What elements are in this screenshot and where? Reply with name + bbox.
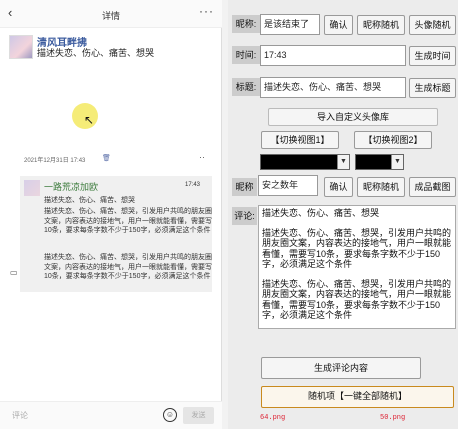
title-label: 标题: xyxy=(232,78,260,96)
left-image-filename: 64.png xyxy=(260,414,286,422)
commenter-random-nickname-button[interactable]: 昵称随机 xyxy=(357,177,405,197)
phone-preview: ‹ 详情 ··· 清风耳畔拂 描述失恋、伤心、痛苦、想哭 ↖ 2021年12月3… xyxy=(0,0,222,429)
post-more-icon[interactable]: ·· xyxy=(199,152,205,162)
mouse-cursor-icon: ↖ xyxy=(84,113,95,127)
comment-item: 一路荒凉加欧 17:43 描述失恋、伤心、痛苦、想哭 描述失恋、伤心、痛苦、想哭… xyxy=(20,176,212,292)
style-dropdown[interactable]: ▼ xyxy=(260,154,350,170)
comment-avatar[interactable] xyxy=(24,180,40,196)
right-image-filename: 50.png xyxy=(380,414,406,422)
trash-icon[interactable]: 🗑 xyxy=(102,154,111,162)
commenter-nickname-field[interactable]: 安之数年 xyxy=(258,175,318,196)
finished-screenshot-button[interactable]: 成品截图 xyxy=(409,177,456,197)
comment-paragraph: 描述失恋、伤心、痛苦、想哭，引发用户共鸣的朋友圈文案，内容表达的接地气，用户一眼… xyxy=(44,254,212,280)
control-panel: 昵称: 是该结束了 确认 昵称随机 头像随机 时间: 17:43 生成时间 标题… xyxy=(228,0,458,429)
post-time: 2021年12月31日 17:43 xyxy=(24,158,86,164)
comment-field-paragraph: 描述失恋、伤心、痛苦、想哭，引发用户共鸣的朋友圈文案，内容表达的接地气，用户一眼… xyxy=(262,278,452,321)
comment-bar: 评论 ☺ 发送 xyxy=(0,401,222,429)
generate-time-button[interactable]: 生成时间 xyxy=(409,46,456,66)
confirm-button[interactable]: 确认 xyxy=(324,15,353,35)
time-label: 时间: xyxy=(232,46,260,64)
comment-bubble-icon: ▭ xyxy=(10,268,18,277)
post-avatar[interactable] xyxy=(9,35,33,59)
generate-comment-button[interactable]: 生成评论内容 xyxy=(261,357,421,379)
comment-title: 描述失恋、伤心、痛苦、想哭 xyxy=(44,197,135,204)
comment-time: 17:43 xyxy=(185,182,201,188)
comment-field-paragraph: 描述失恋、伤心、痛苦、想哭，引发用户共鸣的朋友圈文案，内容表达的接地气，用户一眼… xyxy=(262,227,452,270)
random-all-button[interactable]: 随机项【一键全部随机】 xyxy=(261,386,454,408)
import-avatar-library-button[interactable]: 导入自定义头像库 xyxy=(268,108,438,126)
more-icon[interactable]: ··· xyxy=(199,4,214,18)
time-field[interactable]: 17:43 xyxy=(260,45,406,66)
color-dropdown[interactable]: ▼ xyxy=(355,154,404,170)
comment-paragraph: 描述失恋、伤心、痛苦、想哭，引发用户共鸣的朋友圈文案，内容表达的接地气，用户一眼… xyxy=(44,208,212,234)
phone-header: ‹ 详情 ··· xyxy=(0,0,222,28)
nickname-field[interactable]: 是该结束了 xyxy=(260,14,320,35)
comment-author-name[interactable]: 一路荒凉加欧 xyxy=(44,180,98,193)
comment-label: 评论: xyxy=(232,207,257,225)
generate-title-button[interactable]: 生成标题 xyxy=(409,78,456,98)
switch-view-2-button[interactable]: 【切换视图2】 xyxy=(354,131,432,149)
send-button[interactable]: 发送 xyxy=(183,407,214,424)
comment-content-field[interactable]: 描述失恋、伤心、痛苦、想哭 描述失恋、伤心、痛苦、想哭，引发用户共鸣的朋友圈文案… xyxy=(258,205,456,329)
chevron-down-icon: ▼ xyxy=(391,155,403,169)
commenter-confirm-button[interactable]: 确认 xyxy=(324,177,353,197)
switch-view-1-button[interactable]: 【切换视图1】 xyxy=(261,131,339,149)
emoji-icon[interactable]: ☺ xyxy=(163,408,177,422)
commenter-nickname-label: 昵称 xyxy=(232,178,257,196)
chevron-down-icon: ▼ xyxy=(337,155,349,169)
random-nickname-button[interactable]: 昵称随机 xyxy=(357,15,405,35)
nickname-label: 昵称: xyxy=(232,15,260,33)
random-avatar-button[interactable]: 头像随机 xyxy=(409,15,456,35)
title-field[interactable]: 描述失恋、伤心、痛苦、想哭 xyxy=(260,77,406,98)
page-title: 详情 xyxy=(101,11,120,21)
comment-field-title: 描述失恋、伤心、痛苦、想哭 xyxy=(262,208,380,218)
comment-input[interactable]: 评论 xyxy=(12,410,28,421)
post-text: 描述失恋、伤心、痛苦、想哭 xyxy=(37,48,155,58)
